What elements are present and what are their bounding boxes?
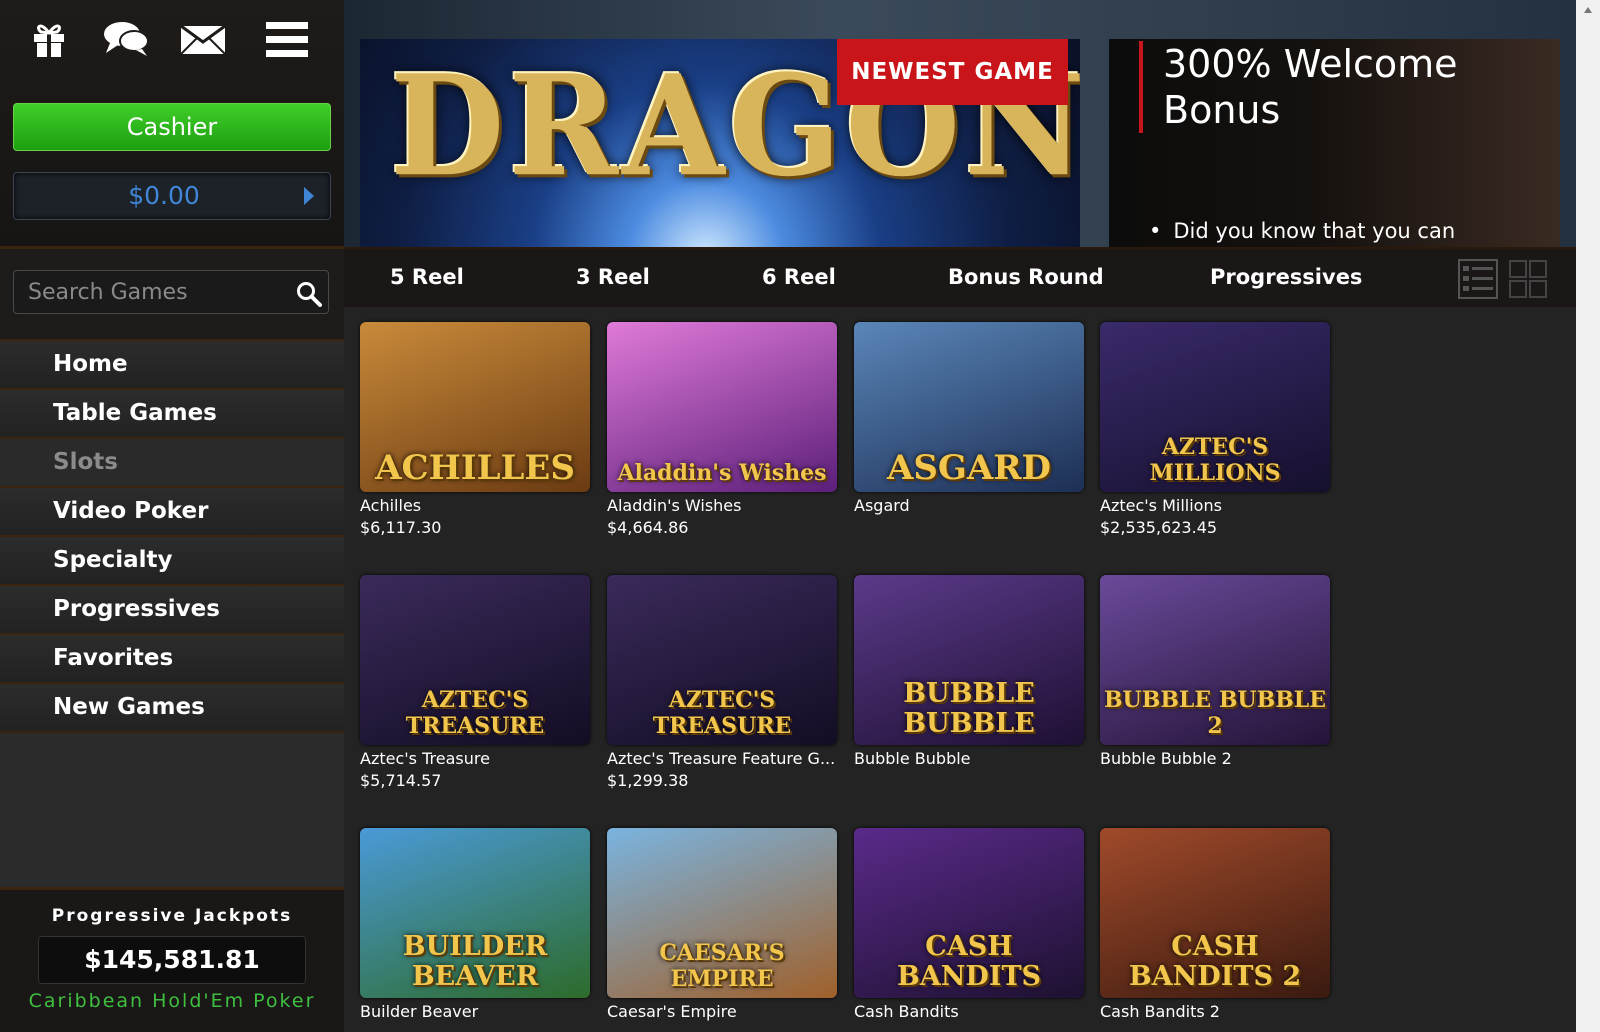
list-view-icon[interactable]	[1458, 259, 1498, 299]
game-thumbnail[interactable]: BUBBLE BUBBLE	[854, 575, 1084, 745]
game-jackpot: $1,299.38	[607, 771, 689, 790]
game-thumbnail[interactable]: AZTEC'S TREASURE	[360, 575, 590, 745]
accent-bar	[1139, 41, 1143, 133]
search-area	[0, 249, 344, 341]
bullet-icon: •	[1149, 219, 1162, 243]
game-name: Achilles	[360, 496, 422, 515]
game-card[interactable]: ACHILLES Achilles $6,117.30	[360, 322, 590, 539]
game-art-title: AZTEC'S MILLIONS	[1149, 434, 1281, 486]
nav-item-slots[interactable]: Slots	[0, 439, 344, 488]
game-art-title: CASH BANDITS	[896, 931, 1042, 992]
game-jackpot: $4,664.86	[607, 518, 689, 537]
game-jackpot: $6,117.30	[360, 518, 442, 537]
game-card[interactable]: AZTEC'S MILLIONS Aztec's Millions $2,535,6…	[1100, 322, 1330, 539]
game-name: Aztec's Treasure Feature G...	[607, 749, 836, 768]
jackpot-title: Progressive Jackpots	[51, 906, 293, 926]
game-card[interactable]: BUILDER BEAVER Builder Beaver	[360, 828, 590, 1023]
game-name: Cash Bandits 2	[1100, 1002, 1220, 1021]
chat-icon[interactable]	[101, 16, 151, 62]
game-name: Cash Bandits	[854, 1002, 959, 1021]
game-jackpot: $2,535,623.45	[1100, 518, 1218, 537]
scroll-up-icon[interactable]	[1583, 6, 1593, 14]
game-art-title: AZTEC'S TREASURE	[652, 687, 792, 739]
newest-game-badge: NEWEST GAME	[837, 39, 1068, 105]
game-thumbnail[interactable]: AZTEC'S MILLIONS	[1100, 322, 1330, 492]
sidebar-nav: Home Table Games Slots Video Poker Speci…	[0, 341, 344, 733]
tab-progressives[interactable]: Progressives	[1210, 249, 1362, 307]
game-art-title: ACHILLES	[375, 448, 575, 488]
game-name: Asgard	[854, 496, 910, 515]
game-thumbnail[interactable]: AZTEC'S TREASURE	[607, 575, 837, 745]
game-card[interactable]: CASH BANDITS Cash Bandits	[854, 828, 1084, 1023]
game-art-title: Aladdin's Wishes	[617, 460, 827, 486]
welcome-bonus-text: • Did you know that you can	[1149, 219, 1455, 243]
tab-5-reel[interactable]: 5 Reel	[390, 249, 464, 307]
chevron-right-icon	[304, 187, 314, 205]
nav-item-table-games[interactable]: Table Games	[0, 390, 344, 439]
game-thumbnail[interactable]: BUILDER BEAVER	[360, 828, 590, 998]
game-art-title: BUBBLE BUBBLE 2	[1103, 687, 1327, 739]
jackpot-game-link[interactable]: Caribbean Hold'Em Poker	[0, 990, 344, 1012]
cashier-button[interactable]: Cashier	[13, 103, 331, 151]
game-art-title: BUILDER BEAVER	[402, 931, 548, 992]
game-jackpot: $5,714.57	[360, 771, 442, 790]
nav-item-progressives[interactable]: Progressives	[0, 586, 344, 635]
game-thumbnail[interactable]: CASH BANDITS 2	[1100, 828, 1330, 998]
tab-3-reel[interactable]: 3 Reel	[576, 249, 650, 307]
game-card[interactable]: AZTEC'S TREASURE Aztec's Treasure $5,714.5…	[360, 575, 590, 792]
tab-6-reel[interactable]: 6 Reel	[762, 249, 836, 307]
game-name: Aztec's Treasure	[360, 749, 490, 768]
game-card[interactable]: AZTEC'S TREASURE Aztec's Treasure Feature…	[607, 575, 837, 792]
game-name: Caesar's Empire	[607, 1002, 737, 1021]
sidebar-header: Cashier $0.00	[0, 0, 344, 249]
game-art-title: CASH BANDITS 2	[1128, 931, 1302, 992]
game-name: Aztec's Millions	[1100, 496, 1222, 515]
grid-view-icon[interactable]	[1508, 259, 1548, 299]
game-art-title: CAESAR'S EMPIRE	[659, 940, 785, 992]
game-name: Aladdin's Wishes	[607, 496, 742, 515]
search-input[interactable]	[13, 270, 329, 314]
main-content: DRAGON ORB NEWEST GAME 300% Welcome Bonu…	[344, 0, 1600, 1032]
welcome-bonus-title: 300% Welcome Bonus	[1163, 42, 1458, 132]
search-icon[interactable]	[296, 281, 322, 307]
mail-icon[interactable]	[178, 16, 228, 62]
featured-game-banner[interactable]: DRAGON ORB NEWEST GAME	[360, 39, 1080, 247]
page-scrollbar[interactable]	[1576, 0, 1600, 1032]
jackpot-amount[interactable]: $145,581.81	[38, 936, 306, 984]
game-art-title: AZTEC'S TREASURE	[405, 687, 545, 739]
nav-item-favorites[interactable]: Favorites	[0, 635, 344, 684]
game-thumbnail[interactable]: CASH BANDITS	[854, 828, 1084, 998]
welcome-bonus-line: Did you know that you can	[1173, 219, 1456, 243]
banner-area: DRAGON ORB NEWEST GAME 300% Welcome Bonu…	[344, 0, 1576, 247]
game-name: Bubble Bubble 2	[1100, 749, 1232, 768]
game-art-title: BUBBLE BUBBLE	[903, 678, 1035, 739]
game-card[interactable]: BUBBLE BUBBLE 2 Bubble Bubble 2	[1100, 575, 1330, 770]
gift-icon[interactable]	[24, 16, 74, 62]
game-card[interactable]: CAESAR'S EMPIRE Caesar's Empire	[607, 828, 837, 1023]
game-art-title: ASGARD	[886, 448, 1052, 488]
menu-icon[interactable]	[262, 16, 312, 62]
nav-item-specialty[interactable]: Specialty	[0, 537, 344, 586]
game-card[interactable]: CASH BANDITS 2 Cash Bandits 2	[1100, 828, 1330, 1023]
game-card[interactable]: ASGARD Asgard	[854, 322, 1084, 517]
game-thumbnail[interactable]: BUBBLE BUBBLE 2	[1100, 575, 1330, 745]
category-tabs: 5 Reel 3 Reel 6 Reel Bonus Round Progres…	[344, 247, 1576, 307]
game-thumbnail[interactable]: ASGARD	[854, 322, 1084, 492]
tab-bonus-round[interactable]: Bonus Round	[948, 249, 1104, 307]
game-thumbnail[interactable]: Aladdin's Wishes	[607, 322, 837, 492]
balance-display[interactable]: $0.00	[13, 172, 331, 220]
balance-value: $0.00	[128, 181, 200, 210]
nav-item-video-poker[interactable]: Video Poker	[0, 488, 344, 537]
progressive-jackpots-panel: Progressive Jackpots $145,581.81 Caribbe…	[0, 887, 344, 1032]
game-card[interactable]: BUBBLE BUBBLE Bubble Bubble	[854, 575, 1084, 770]
game-card[interactable]: Aladdin's Wishes Aladdin's Wishes $4,664.8…	[607, 322, 837, 539]
sidebar: Cashier $0.00 Home Table Games Slots Vid…	[0, 0, 344, 1032]
game-thumbnail[interactable]: CAESAR'S EMPIRE	[607, 828, 837, 998]
game-name: Bubble Bubble	[854, 749, 971, 768]
nav-item-home[interactable]: Home	[0, 341, 344, 390]
welcome-bonus-banner[interactable]: 300% Welcome Bonus • Did you know that yo…	[1109, 39, 1560, 247]
game-thumbnail[interactable]: ACHILLES	[360, 322, 590, 492]
game-name: Builder Beaver	[360, 1002, 479, 1021]
nav-item-new-games[interactable]: New Games	[0, 684, 344, 733]
